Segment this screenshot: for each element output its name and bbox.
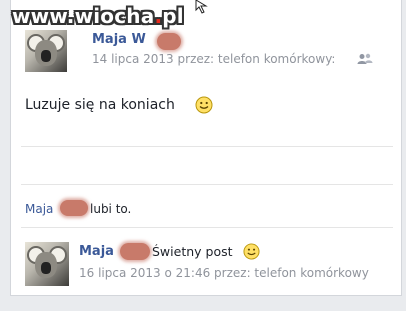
comment-author-avatar[interactable]: [25, 242, 69, 286]
comment-text: Świetny post: [152, 244, 233, 259]
mouse-cursor-icon: [195, 0, 208, 14]
post-meta: 14 lipca 2013 przez: telefon komórkowy:: [92, 52, 335, 66]
divider: [21, 227, 393, 228]
comment-meta[interactable]: 16 lipca 2013 o 21:46 przez: telefon kom…: [79, 266, 369, 280]
smiley-emoji-icon: [243, 243, 260, 260]
watermark-logo: www.wiocha.pl: [12, 4, 184, 28]
post-author-name[interactable]: Maja W: [92, 32, 146, 47]
post-card: Maja W 14 lipca 2013 przez: telefon komó…: [10, 0, 402, 296]
friends-icon[interactable]: [357, 53, 373, 65]
post-date[interactable]: 14 lipca 2013: [92, 52, 174, 66]
redacted-surname: [60, 200, 88, 216]
redacted-surname: [120, 243, 150, 260]
smiley-emoji-icon: [195, 96, 213, 114]
redacted-surname: [157, 33, 181, 50]
post-via: przez: telefon komórkowy:: [177, 52, 336, 66]
post-text: Luzuje się na koniach: [25, 97, 175, 113]
liker-name[interactable]: Maja: [25, 202, 53, 216]
divider: [21, 146, 393, 147]
watermark-brand: wiocha: [74, 4, 155, 28]
post-author-avatar[interactable]: [25, 30, 67, 72]
watermark-prefix: www.: [12, 4, 75, 28]
comment-author-name[interactable]: Maja: [79, 244, 114, 259]
divider: [21, 184, 393, 185]
likes-suffix: lubi to.: [90, 202, 132, 216]
likes-summary: Maja: [25, 202, 53, 216]
watermark-tld: pl: [162, 4, 184, 28]
